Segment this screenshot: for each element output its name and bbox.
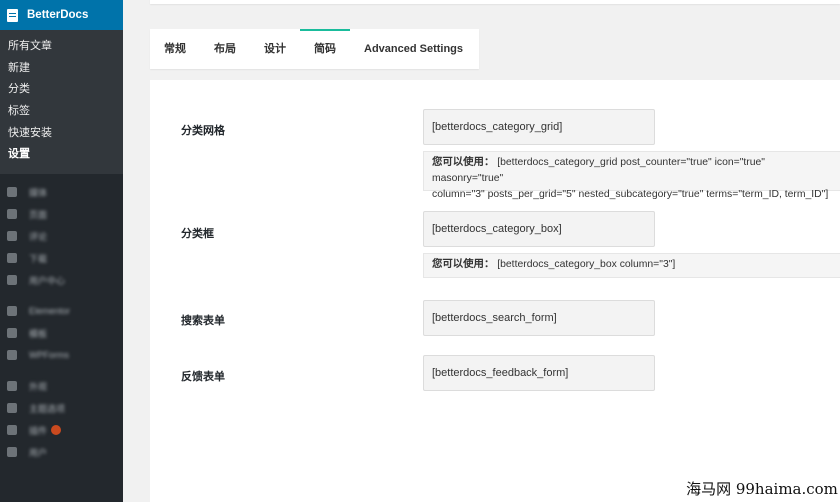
document-icon: [7, 8, 18, 22]
menu-item-theme-options[interactable]: 主题选项: [0, 397, 123, 419]
plugin-menu-betterdocs[interactable]: BetterDocs: [0, 0, 123, 30]
submenu-tags[interactable]: 标签: [0, 101, 123, 123]
menu-separator: [0, 366, 123, 375]
users-icon: [7, 447, 17, 458]
menu-item-wpforms[interactable]: WPForms: [0, 344, 123, 366]
menu-item-plugins[interactable]: 插件: [0, 419, 123, 441]
plugins-icon: [7, 425, 17, 436]
tab-layout[interactable]: 布局: [200, 29, 250, 69]
menu-item-templates[interactable]: 模板: [0, 322, 123, 344]
tab-shortcodes[interactable]: 简码: [300, 29, 350, 69]
submenu-categories[interactable]: 分类: [0, 79, 123, 101]
menu-item-comments[interactable]: 评论: [0, 225, 123, 247]
menu-item-appearance[interactable]: 外观: [0, 375, 123, 397]
submenu-settings[interactable]: 设置: [0, 144, 123, 166]
submenu-all-docs[interactable]: 所有文章: [0, 36, 123, 58]
top-card-edge: [150, 0, 840, 4]
category-grid-usage-note: 您可以使用： [betterdocs_category_grid post_co…: [423, 151, 840, 200]
feedback-form-shortcode-field[interactable]: [betterdocs_feedback_form]: [423, 355, 655, 391]
feedback-form-label: 反馈表单: [181, 371, 225, 383]
tab-general[interactable]: 常规: [150, 29, 200, 69]
admin-menu-list: 媒体 页面 评论 下载 用户中心 Elementor 模板 WPForms 外观…: [0, 174, 123, 463]
submenu-add-new[interactable]: 新建: [0, 58, 123, 80]
menu-item-pages[interactable]: 页面: [0, 203, 123, 225]
menu-item-elementor[interactable]: Elementor: [0, 300, 123, 322]
category-box-shortcode-field[interactable]: [betterdocs_category_box]: [423, 211, 655, 247]
plugin-submenu: 所有文章 新建 分类 标签 快速安装 设置: [0, 30, 123, 175]
comments-icon: [7, 231, 17, 242]
update-count-badge: [51, 425, 62, 436]
category-grid-label: 分类网格: [181, 125, 225, 137]
usage-example-line2: column="3" posts_per_grid="5" nested_sub…: [432, 189, 829, 200]
usage-label: 您可以使用：: [432, 259, 495, 270]
admin-sidebar: BetterDocs 所有文章 新建 分类 标签 快速安装 设置 媒体 页面 评…: [0, 0, 123, 502]
menu-item-user-center[interactable]: 用户中心: [0, 269, 123, 291]
appearance-icon: [7, 381, 17, 392]
tab-advanced-settings[interactable]: Advanced Settings: [350, 29, 479, 69]
site-watermark: 海马网 99haima.com: [684, 474, 840, 502]
search-form-label: 搜索表单: [181, 315, 225, 327]
category-box-usage-note: 您可以使用： [betterdocs_category_box column="…: [423, 253, 840, 278]
usage-example-line1: [betterdocs_category_box column="3"]: [497, 259, 676, 270]
menu-item-media[interactable]: 媒体: [0, 181, 123, 203]
category-box-label: 分类框: [181, 228, 214, 240]
usage-label: 您可以使用：: [432, 157, 495, 168]
category-grid-shortcode-field[interactable]: [betterdocs_category_grid]: [423, 109, 655, 145]
plugin-title: BetterDocs: [27, 9, 89, 21]
user-center-icon: [7, 275, 17, 286]
download-icon: [7, 253, 17, 264]
menu-item-users[interactable]: 用户: [0, 441, 123, 463]
templates-icon: [7, 328, 17, 339]
tab-design[interactable]: 设计: [250, 29, 300, 69]
search-form-shortcode-field[interactable]: [betterdocs_search_form]: [423, 300, 655, 336]
shortcodes-panel: 分类网格 [betterdocs_category_grid] 您可以使用： […: [150, 80, 840, 502]
menu-item-download[interactable]: 下载: [0, 247, 123, 269]
elementor-icon: [7, 306, 17, 317]
menu-separator: [0, 291, 123, 300]
pages-icon: [7, 209, 17, 220]
media-icon: [7, 187, 17, 198]
wpforms-icon: [7, 350, 17, 361]
main-content-area: 常规 布局 设计 简码 Advanced Settings 分类网格 [bett…: [123, 0, 840, 502]
theme-options-icon: [7, 403, 17, 414]
submenu-quick-setup[interactable]: 快速安装: [0, 123, 123, 145]
settings-tabs: 常规 布局 设计 简码 Advanced Settings: [150, 29, 480, 69]
